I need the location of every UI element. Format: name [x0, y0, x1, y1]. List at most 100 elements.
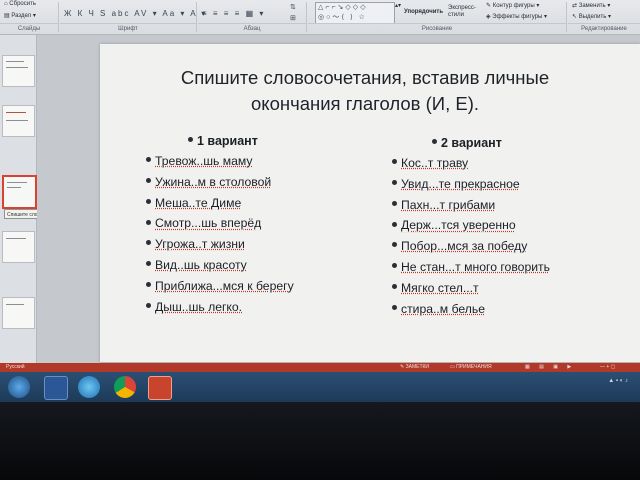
bullet-icon: [392, 304, 397, 310]
list-item: Тревож..шь маму: [146, 154, 253, 168]
comments-button[interactable]: ▭ ПРИМЕЧАНИЯ: [450, 363, 492, 372]
internet-explorer-icon[interactable]: [78, 376, 100, 398]
divider: [196, 2, 197, 32]
slide-title[interactable]: Спишите словосочетания, вставив личные о…: [120, 65, 610, 117]
shapes-gallery[interactable]: △⌐⌐↘◇◇◇ ◎○〜⟨ ⟩ ☆: [315, 2, 395, 24]
laptop-bezel: [0, 402, 640, 480]
replace-label: Заменить: [578, 3, 606, 9]
font-format-icons[interactable]: Ж К Ч S abc AV ▾ Aa ▾ A ▾: [64, 9, 207, 18]
select-label: Выделить: [578, 14, 607, 20]
bullet-icon: [392, 200, 397, 206]
list-item: Ужина..м в столовой: [146, 175, 271, 189]
list-item-text: Меша..те Диме: [155, 195, 242, 210]
slide-thumbnail[interactable]: [2, 297, 35, 329]
left-heading-text: 1 вариант: [197, 134, 258, 148]
list-item-text: Кос..т траву: [401, 156, 469, 170]
thumb-text-line: [6, 61, 24, 62]
list-item-text: Ужина..м в столовой: [155, 174, 272, 189]
bullet-icon: [146, 178, 151, 184]
group-paragraph-label: Абзац: [198, 23, 306, 34]
divider: [58, 2, 59, 32]
select-button[interactable]: ↖ Выделить ▾: [572, 13, 611, 20]
shapes-scroll-icon[interactable]: ▴▾: [395, 2, 401, 9]
group-drawing-label: Рисование: [308, 23, 566, 34]
text-direction-icon[interactable]: ⇅: [290, 3, 298, 11]
list-item: Меша..те Диме: [146, 196, 241, 210]
notes-button[interactable]: ✎ ЗАМЕТКИ: [400, 363, 429, 372]
list-item: Смотр...шь вперёд: [146, 216, 261, 230]
thumb-text-line: [6, 238, 26, 239]
shape-effects-button[interactable]: ◈ Эффекты фигуры ▾: [486, 13, 547, 20]
notes-label: ЗАМЕТКИ: [405, 364, 430, 370]
bullet-icon: [392, 242, 397, 248]
reset-label: Сбросить: [9, 1, 36, 7]
right-column-heading: 2 вариант: [432, 136, 502, 150]
shape-outline-button[interactable]: ✎ Контур фигуры ▾: [486, 2, 539, 9]
list-item: Не стан...т много говорить: [392, 260, 550, 274]
zoom-slider-icon[interactable]: — + ▢: [600, 363, 615, 372]
title-line-2: окончания глаголов (И, Е).: [250, 93, 480, 114]
list-item: Держ...тся уверенно: [392, 218, 516, 232]
slide-editor: Спишите словосочетания, вставив личные о…: [37, 35, 640, 363]
powerpoint-icon[interactable]: [148, 376, 172, 400]
replace-button[interactable]: ⇄ Заменить ▾: [572, 2, 610, 9]
bullet-icon: [146, 240, 151, 246]
paragraph-align-icons[interactable]: ≡ ≡ ≡ ≡ ▦ ▾: [202, 9, 265, 18]
list-item: Мягко стел...т: [392, 281, 479, 295]
divider: [566, 2, 567, 32]
list-item-text: Тревож..шь маму: [155, 154, 253, 168]
shape-outline-label: Контур фигуры: [492, 3, 535, 9]
list-item-text: Приближа...мся к берегу: [155, 278, 294, 293]
list-item-text: Не стан...т много говорить: [401, 260, 550, 274]
shapes-row-1-icons: △⌐⌐↘◇◇◇: [318, 4, 368, 11]
slide-thumbnail[interactable]: [2, 55, 35, 87]
quick-styles-button[interactable]: Экспресс-стили: [448, 5, 480, 19]
bullet-icon: [146, 157, 151, 163]
arrange-button[interactable]: Упорядочить: [404, 9, 443, 15]
comments-label: ПРИМЕЧАНИЯ: [456, 364, 492, 370]
list-item-text: Побор...мся за победу: [401, 239, 528, 254]
list-item: стира..м белье: [392, 302, 485, 316]
list-item-text: Дыш..шь легко.: [155, 299, 243, 314]
list-item: Пахн...т грибами: [392, 198, 495, 212]
list-item-text: Пахн...т грибами: [401, 197, 496, 212]
slide-thumbnail[interactable]: [2, 231, 35, 263]
list-item: Дыш..шь легко.: [146, 300, 242, 314]
windows-taskbar: ▲ ▪ ◐ ♪: [0, 372, 640, 402]
slide-canvas[interactable]: Спишите словосочетания, вставив личные о…: [100, 44, 640, 362]
list-item-text: стира..м белье: [401, 301, 486, 316]
smartart-icon[interactable]: ⊞: [290, 14, 298, 22]
thumb-text-line: [7, 182, 27, 183]
list-item: Увид...те прекрасное: [392, 177, 520, 191]
bullet-icon: [188, 137, 193, 143]
bullet-icon: [392, 284, 397, 290]
list-item-text: Увид...те прекрасное: [401, 176, 520, 191]
bullet-icon: [392, 263, 397, 269]
group-editing-label: Редактирование: [568, 23, 640, 34]
list-item-text: Смотр...шь вперёд: [155, 216, 262, 231]
list-item-text: Угрожа..т жизни: [155, 237, 245, 252]
shapes-row-2-icons: ◎○〜⟨ ⟩ ☆: [318, 14, 367, 21]
bullet-icon: [146, 302, 151, 308]
thumb-text-line: [6, 304, 24, 305]
status-bar: Русский ✎ ЗАМЕТКИ ▭ ПРИМЕЧАНИЯ ▦ ▤ ▣ ▶ —…: [0, 363, 640, 372]
ribbon: ⌂ Сбросить ▤ Раздел ▾ Ж К Ч S abc AV ▾ A…: [0, 0, 640, 35]
section-label: Раздел: [11, 13, 32, 19]
language-indicator[interactable]: Русский: [6, 363, 25, 372]
word-icon[interactable]: [44, 376, 68, 400]
group-slides-label: Слайды: [0, 23, 58, 34]
view-buttons-icons[interactable]: ▦ ▤ ▣ ▶: [525, 363, 575, 372]
thumb-text-line: [6, 120, 28, 121]
slide-thumbnail[interactable]: [2, 105, 35, 137]
section-button[interactable]: ▤ Раздел ▾: [4, 12, 36, 19]
start-button-icon[interactable]: [8, 376, 30, 398]
bullet-icon: [392, 180, 397, 186]
right-heading-text: 2 вариант: [441, 136, 502, 150]
thumb-text-line: [6, 67, 28, 68]
system-tray-icons[interactable]: ▲ ▪ ◐ ♪: [608, 378, 628, 384]
chrome-icon[interactable]: [114, 376, 136, 398]
slide-thumbnail-selected[interactable]: [2, 175, 37, 209]
slide-thumbnails-pane: [0, 35, 37, 363]
list-item: Угрожа..т жизни: [146, 237, 245, 251]
reset-button[interactable]: ⌂ Сбросить: [4, 1, 36, 7]
